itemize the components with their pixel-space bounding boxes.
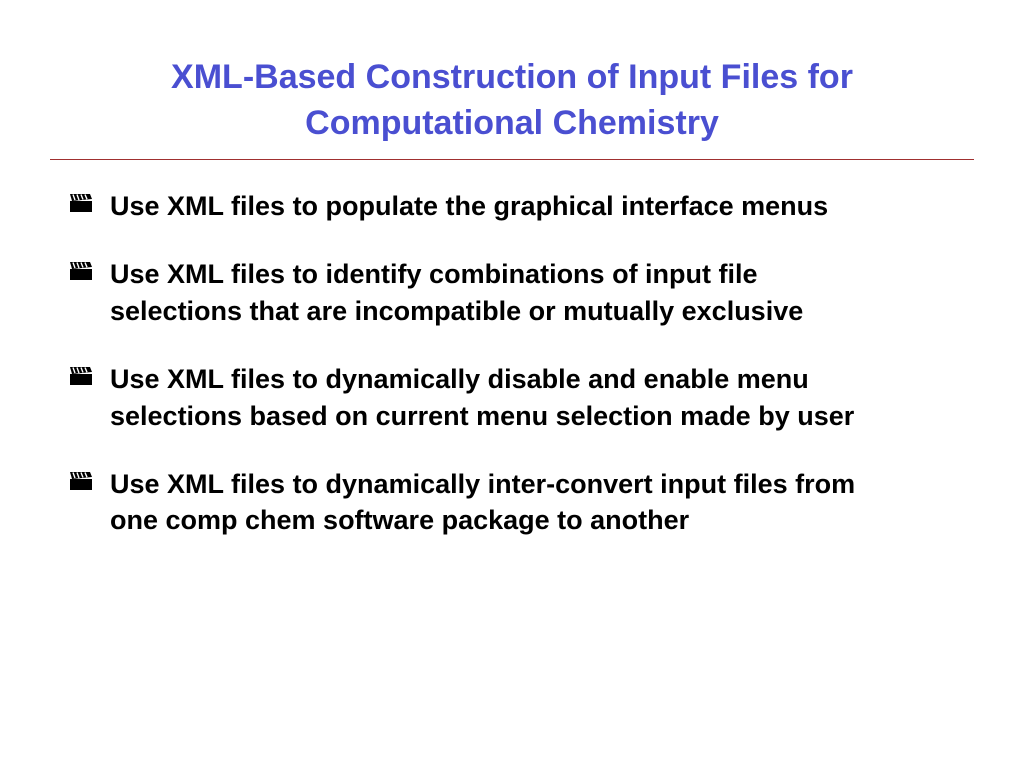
title-divider xyxy=(50,159,974,160)
list-item: Use XML files to populate the graphical … xyxy=(70,188,964,224)
bullet-text: Use XML files to populate the graphical … xyxy=(110,188,964,224)
bullet-text: Use XML files to dynamically disable and… xyxy=(110,361,964,434)
clapboard-icon xyxy=(70,262,92,280)
list-item: Use XML files to identify combinations o… xyxy=(70,256,964,329)
slide-title: XML-Based Construction of Input Files fo… xyxy=(50,55,974,159)
clapboard-icon xyxy=(70,194,92,212)
bullet-text: Use XML files to identify combinations o… xyxy=(110,256,964,329)
slide: XML-Based Construction of Input Files fo… xyxy=(0,0,1024,768)
bullet-list: Use XML files to populate the graphical … xyxy=(50,188,974,539)
bullet-text: Use XML files to dynamically inter-conve… xyxy=(110,466,964,539)
clapboard-icon xyxy=(70,472,92,490)
list-item: Use XML files to dynamically disable and… xyxy=(70,361,964,434)
clapboard-icon xyxy=(70,367,92,385)
list-item: Use XML files to dynamically inter-conve… xyxy=(70,466,964,539)
